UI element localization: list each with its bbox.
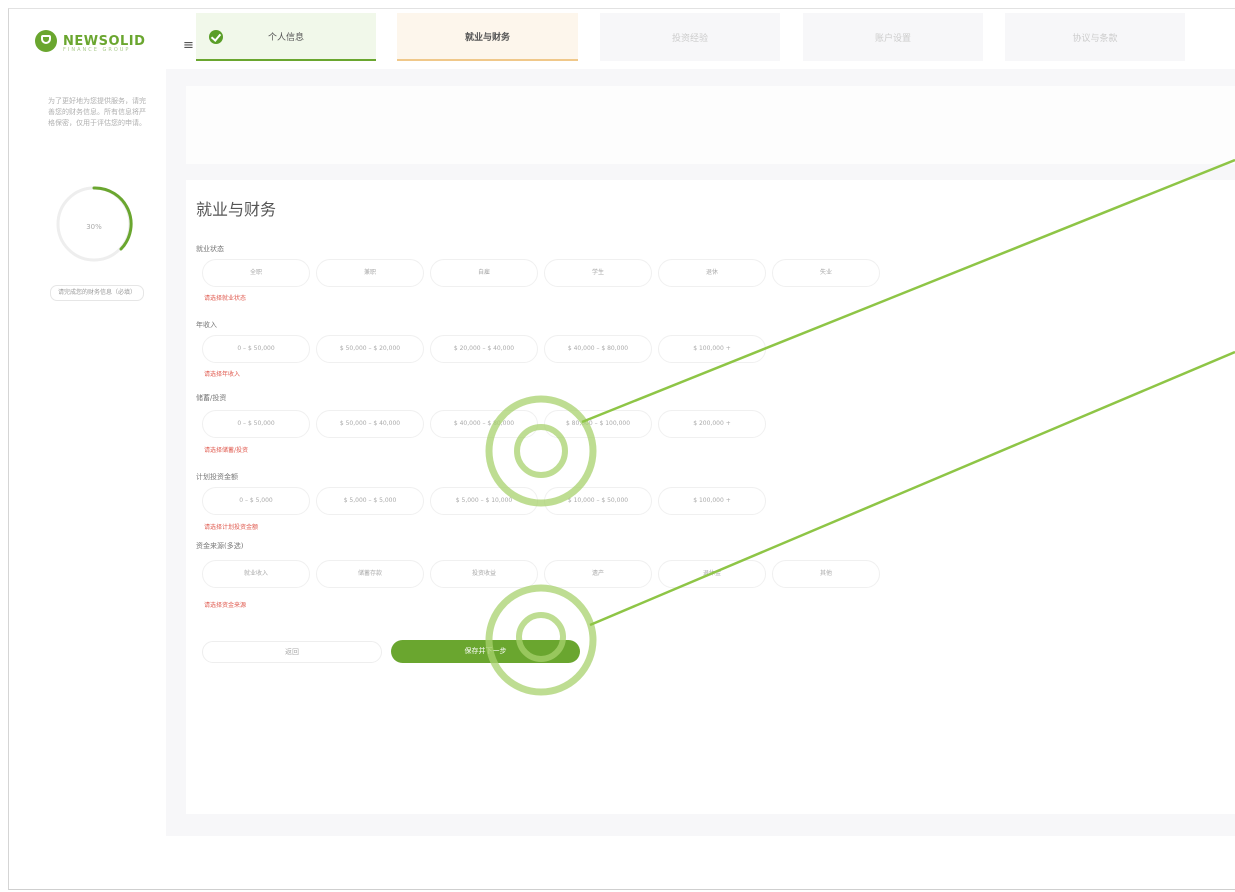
check-icon bbox=[209, 30, 223, 44]
field-label: 就业状态 bbox=[196, 245, 224, 253]
step-agreement[interactable]: 协议与条款 bbox=[1005, 13, 1185, 61]
option-button[interactable]: $ 50,000 – $ 20,000 bbox=[316, 335, 424, 363]
logo-icon bbox=[35, 30, 57, 52]
option-button[interactable]: $ 10,000 – $ 50,000 bbox=[544, 487, 652, 515]
brand-tagline: FINANCE GROUP bbox=[63, 47, 131, 53]
option-button[interactable]: 兼职 bbox=[316, 259, 424, 287]
error-message: 请选择资金来源 bbox=[204, 602, 247, 609]
option-button[interactable]: 其他 bbox=[772, 560, 880, 588]
menu-icon[interactable]: ≡ bbox=[183, 38, 194, 53]
option-button[interactable]: 学生 bbox=[544, 259, 652, 287]
step-label: 协议与条款 bbox=[1072, 33, 1118, 44]
step-investment-experience[interactable]: 投资经验 bbox=[600, 13, 780, 61]
option-button[interactable]: 全职 bbox=[202, 259, 310, 287]
option-button[interactable]: 0 – $ 50,000 bbox=[202, 335, 310, 363]
option-button[interactable]: 自雇 bbox=[430, 259, 538, 287]
option-button[interactable]: $ 20,000 – $ 40,000 bbox=[430, 335, 538, 363]
option-button[interactable]: 遗产 bbox=[544, 560, 652, 588]
option-button[interactable]: $ 200,000 + bbox=[658, 410, 766, 438]
step-personal-info[interactable]: 个人信息 bbox=[196, 13, 376, 61]
option-button[interactable]: 退休金 bbox=[658, 560, 766, 588]
error-message: 请选择储蓄/投资 bbox=[204, 447, 249, 454]
error-message: 请选择就业状态 bbox=[204, 295, 247, 302]
step-account-settings[interactable]: 账户设置 bbox=[803, 13, 983, 61]
step-label: 个人信息 bbox=[267, 32, 304, 43]
stepper bbox=[186, 86, 1235, 164]
option-button[interactable]: $ 100,000 + bbox=[658, 487, 766, 515]
field-label: 储蓄/投资 bbox=[196, 394, 227, 402]
option-button[interactable]: 投资收益 bbox=[430, 560, 538, 588]
error-message: 请选择年收入 bbox=[204, 371, 241, 378]
option-button[interactable]: 0 – $ 50,000 bbox=[202, 410, 310, 438]
option-button[interactable]: $ 5,000 – $ 10,000 bbox=[430, 487, 538, 515]
back-button[interactable]: 返回 bbox=[202, 641, 382, 663]
step-label: 投资经验 bbox=[671, 33, 708, 44]
progress-percent: 30% bbox=[86, 223, 102, 231]
sidebar-description: 为了更好地为您提供服务，请完善您的财务信息。所有信息将严格保密，仅用于评估您的申… bbox=[48, 97, 146, 127]
option-button[interactable]: $ 100,000 + bbox=[658, 335, 766, 363]
field-label: 资金来源(多选) bbox=[196, 542, 244, 550]
option-button[interactable]: $ 5,000 – $ 5,000 bbox=[316, 487, 424, 515]
option-button[interactable]: 失业 bbox=[772, 259, 880, 287]
field-label: 计划投资金额 bbox=[196, 473, 238, 481]
option-button[interactable]: 0 – $ 5,000 bbox=[202, 487, 310, 515]
error-message: 请选择计划投资金额 bbox=[204, 524, 259, 531]
save-next-button[interactable]: 保存并下一步 bbox=[391, 640, 580, 663]
field-label: 年收入 bbox=[196, 321, 217, 329]
option-button[interactable]: $ 50,000 – $ 40,000 bbox=[316, 410, 424, 438]
option-button[interactable]: 退休 bbox=[658, 259, 766, 287]
form-title: 就业与财务 bbox=[196, 200, 277, 219]
option-button[interactable]: $ 80,000 – $ 100,000 bbox=[544, 410, 652, 438]
sidebar-status: 请完成您的财务信息（必填） bbox=[50, 285, 144, 301]
step-label: 账户设置 bbox=[874, 33, 911, 44]
option-button[interactable]: 储蓄存款 bbox=[316, 560, 424, 588]
step-employment-finance[interactable]: 就业与财务 bbox=[397, 13, 578, 61]
option-button[interactable]: 就业收入 bbox=[202, 560, 310, 588]
option-button[interactable]: $ 40,000 – $ 80,000 bbox=[430, 410, 538, 438]
option-button[interactable]: $ 40,000 – $ 80,000 bbox=[544, 335, 652, 363]
step-label: 就业与财务 bbox=[464, 32, 510, 43]
